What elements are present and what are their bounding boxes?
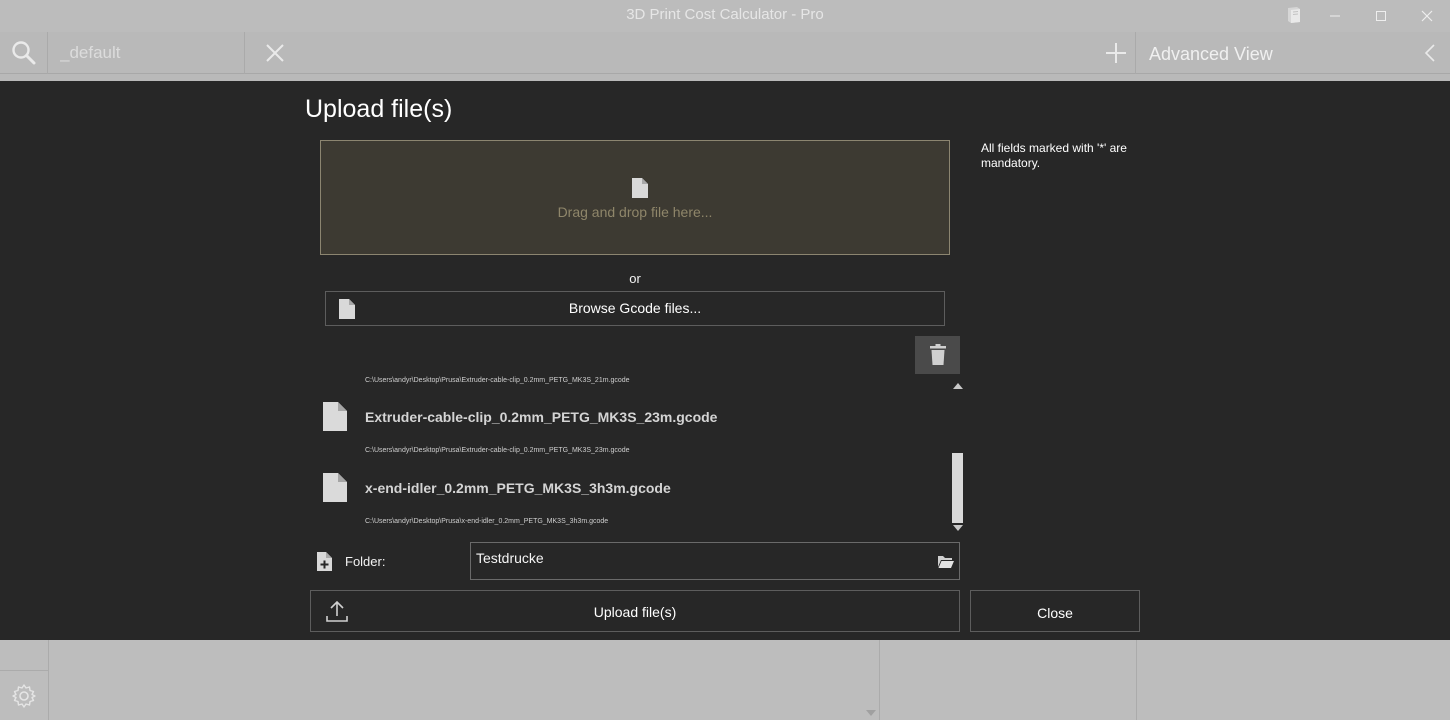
chevron-left-icon xyxy=(1424,44,1435,62)
top-toolbar: Advanced View xyxy=(0,32,1450,74)
window-close-button[interactable] xyxy=(1404,0,1450,32)
file-icon xyxy=(323,402,347,431)
browse-button-label: Browse Gcode files... xyxy=(568,300,702,316)
upload-dialog: Upload file(s) Drag and drop file here..… xyxy=(0,81,1450,640)
scroll-down-arrow[interactable] xyxy=(953,525,963,531)
drop-zone[interactable]: Drag and drop file here... xyxy=(320,140,950,255)
close-icon xyxy=(1421,10,1433,22)
profile-search-box xyxy=(50,32,284,74)
clear-icon xyxy=(266,44,284,62)
book-icon[interactable] xyxy=(1284,5,1304,25)
divider xyxy=(1136,640,1137,720)
background-content xyxy=(0,640,1450,720)
add-button[interactable] xyxy=(1096,32,1136,74)
mandatory-note: All fields marked with '*' are mandatory… xyxy=(981,141,1127,170)
dialog-title: Upload file(s) xyxy=(305,95,453,123)
folder-field xyxy=(470,542,960,580)
folder-label: Folder: xyxy=(345,554,386,569)
divider xyxy=(879,640,880,720)
delete-files-button[interactable] xyxy=(915,336,960,374)
folder-input[interactable] xyxy=(476,547,916,569)
advanced-view-label: Advanced View xyxy=(1149,44,1273,64)
file-list[interactable]: C:\Users\andyr\Desktop\Prusa\Extruder-ca… xyxy=(310,375,965,532)
close-button-label: Close xyxy=(1037,605,1073,621)
settings-button[interactable] xyxy=(0,670,48,720)
add-file-icon xyxy=(317,552,332,571)
list-item[interactable]: x-end-idler_0.2mm_PETG_MK3S_3h3m.gcode C… xyxy=(310,468,950,532)
upload-files-button[interactable]: Upload file(s) xyxy=(310,590,960,632)
file-path: C:\Users\andyr\Desktop\Prusa\Extruder-ca… xyxy=(365,447,630,454)
file-path: C:\Users\andyr\Desktop\Prusa\Extruder-ca… xyxy=(365,377,630,384)
search-icon xyxy=(11,41,35,65)
file-icon xyxy=(632,178,648,198)
divider xyxy=(48,640,49,720)
maximize-icon xyxy=(1376,11,1386,21)
clear-search-button[interactable] xyxy=(260,38,290,68)
gear-icon xyxy=(12,683,36,708)
window-title: 3D Print Cost Calculator - Pro xyxy=(626,6,824,23)
file-name: Extruder-cable-clip_0.2mm_PETG_MK3S_23m.… xyxy=(365,409,718,425)
search-input[interactable] xyxy=(58,40,208,66)
close-dialog-button[interactable]: Close xyxy=(970,590,1140,632)
minimize-icon xyxy=(1330,15,1340,17)
scroll-down-arrow[interactable] xyxy=(866,710,876,716)
file-name: x-end-idler_0.2mm_PETG_MK3S_3h3m.gcode xyxy=(365,480,671,496)
scroll-up-arrow[interactable] xyxy=(953,383,963,389)
trash-icon xyxy=(929,344,946,365)
drop-zone-text: Drag and drop file here... xyxy=(557,204,713,220)
advanced-view-toggle[interactable] xyxy=(1420,42,1440,64)
title-bar: 3D Print Cost Calculator - Pro xyxy=(0,0,1450,32)
plus-icon xyxy=(1105,43,1126,63)
maximize-button[interactable] xyxy=(1358,0,1404,32)
minimize-button[interactable] xyxy=(1312,0,1358,32)
list-item[interactable]: Extruder-cable-clip_0.2mm_PETG_MK3S_23m.… xyxy=(310,397,950,467)
file-path: C:\Users\andyr\Desktop\Prusa\x-end-idler… xyxy=(365,518,609,525)
scrollbar-thumb[interactable] xyxy=(952,453,963,523)
search-button[interactable] xyxy=(0,32,48,74)
upload-button-label: Upload file(s) xyxy=(593,604,677,620)
folder-open-icon[interactable] xyxy=(937,553,955,569)
file-icon xyxy=(323,473,347,502)
or-separator: or xyxy=(629,271,641,286)
browse-gcode-button[interactable]: Browse Gcode files... xyxy=(325,291,945,326)
